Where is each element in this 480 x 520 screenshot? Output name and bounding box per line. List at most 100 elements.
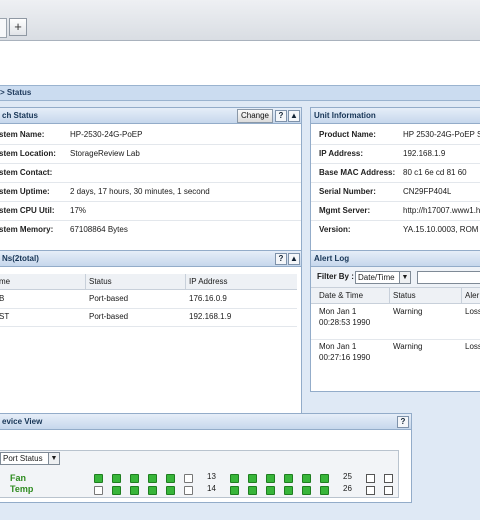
device-view-panel: evice View ? Port Status ▼ Fan Temp 13 1… (0, 413, 412, 503)
vlan-name: ST (0, 312, 10, 321)
info-label: stem Uptime: (0, 187, 50, 196)
collapse-icon[interactable]: ▲ (288, 110, 300, 122)
port-icon[interactable] (248, 486, 257, 495)
switch-status-header: ch Status Change ? ▲ (0, 108, 301, 124)
sfp-port-icon[interactable] (384, 486, 393, 495)
info-value: HP 2530-24G-PoEP Swi (403, 130, 480, 139)
device-view-title: evice View (2, 417, 43, 426)
info-value: 17% (70, 206, 87, 215)
info-row: Base MAC Address: 80 c1 6e cd 81 60 (311, 164, 480, 183)
port-icon[interactable] (230, 486, 239, 495)
table-row[interactable]: Mon Jan 1 00:27:16 1990 Warning Loss (311, 340, 480, 374)
temp-status-label: Temp (10, 484, 34, 494)
vlans-header: Ns(2total) ? ▲ (0, 251, 301, 267)
port-icon[interactable] (94, 486, 103, 495)
sfp-port-icon[interactable] (366, 474, 375, 483)
info-label: stem Name: (0, 130, 45, 139)
column-header-name[interactable]: me (0, 274, 10, 289)
port-icon[interactable] (284, 474, 293, 483)
filter-input[interactable] (417, 271, 480, 284)
port-icon[interactable] (166, 474, 175, 483)
info-label: Product Name: (319, 130, 376, 139)
chevron-down-icon[interactable]: ▼ (399, 272, 410, 283)
column-header-status[interactable]: Status (393, 288, 416, 303)
port-icon[interactable] (230, 474, 239, 483)
port-icon[interactable] (166, 486, 175, 495)
breadcrumb: > Status (0, 85, 480, 101)
info-label: Base MAC Address: (319, 168, 396, 177)
help-icon[interactable]: ? (275, 253, 287, 265)
alert-text: Loss (465, 342, 480, 351)
vlan-name: B (0, 294, 5, 303)
port-icon[interactable] (130, 486, 139, 495)
port-icon[interactable] (184, 474, 193, 483)
info-value: StorageReview Lab (70, 149, 140, 158)
column-header-ip-address[interactable]: IP Address (189, 274, 228, 289)
port-icon[interactable] (112, 486, 121, 495)
info-label: stem Location: (0, 149, 56, 158)
device-view-select[interactable]: Port Status ▼ (0, 452, 60, 465)
info-value: 80 c1 6e cd 81 60 (403, 168, 467, 177)
info-value: 2 days, 17 hours, 30 minutes, 1 second (70, 187, 210, 196)
port-icon[interactable] (320, 486, 329, 495)
alert-log-panel: Alert Log Filter By : Date/Time ▼ Date &… (310, 250, 480, 392)
alert-table-header: Date & Time Status Aler (311, 288, 480, 304)
port-icon[interactable] (112, 474, 121, 483)
port-icon[interactable] (266, 486, 275, 495)
info-row: stem Name: HP-2530-24G-PoEP (0, 126, 301, 145)
table-row[interactable]: ST Port-based 192.168.1.9 (0, 308, 297, 327)
info-label: Version: (319, 225, 351, 234)
sfp-port-icon[interactable] (384, 474, 393, 483)
port-icon[interactable] (184, 486, 193, 495)
alert-log-title: Alert Log (314, 254, 350, 263)
column-header-alert[interactable]: Aler (465, 288, 479, 303)
port-icon[interactable] (94, 474, 103, 483)
chevron-down-icon[interactable]: ▼ (48, 453, 59, 464)
filter-select[interactable]: Date/Time ▼ (355, 271, 411, 284)
port-icon[interactable] (302, 474, 311, 483)
alert-time: 00:28:53 1990 (319, 318, 371, 327)
help-icon[interactable]: ? (275, 110, 287, 122)
info-row: Product Name: HP 2530-24G-PoEP Swi (311, 126, 480, 145)
help-icon[interactable]: ? (397, 416, 409, 428)
info-value: CN29FP404L (403, 187, 452, 196)
info-label: stem Memory: (0, 225, 54, 234)
port-icon[interactable] (266, 474, 275, 483)
column-header-status[interactable]: Status (89, 274, 112, 289)
alert-status: Warning (393, 307, 423, 316)
device-view-select-value: Port Status (3, 454, 43, 463)
browser-tab-bar: + (0, 0, 480, 41)
table-row[interactable]: Mon Jan 1 00:28:53 1990 Warning Loss (311, 305, 480, 340)
port-icon[interactable] (302, 486, 311, 495)
vlans-table-header: me Status IP Address (0, 274, 297, 290)
info-row: Version: YA.15.10.0003, ROM YA (311, 221, 480, 239)
port-icon[interactable] (148, 474, 157, 483)
info-value: 192.168.1.9 (403, 149, 446, 158)
table-row[interactable]: B Port-based 176.16.0.9 (0, 290, 297, 309)
column-header-date-time[interactable]: Date & Time (319, 288, 363, 303)
vlans-title: Ns(2total) (2, 254, 39, 263)
vlans-panel: Ns(2total) ? ▲ me Status IP Address B Po… (0, 250, 302, 430)
browser-tab[interactable] (0, 18, 7, 38)
info-label: Serial Number: (319, 187, 376, 196)
alert-text: Loss (465, 307, 480, 316)
info-value[interactable]: http://h17007.www1.hp (403, 202, 480, 220)
new-tab-button[interactable]: + (9, 18, 27, 36)
vlan-status: Port-based (89, 312, 129, 321)
port-icon[interactable] (320, 474, 329, 483)
port-icon[interactable] (284, 486, 293, 495)
info-label: Mgmt Server: (319, 206, 371, 215)
device-faceplate: Port Status ▼ Fan Temp 13 14 25 26 (0, 450, 399, 498)
info-row: stem Location: StorageReview Lab (0, 145, 301, 164)
port-icon[interactable] (148, 486, 157, 495)
change-button[interactable]: Change (236, 109, 273, 123)
fan-status-label: Fan (10, 473, 27, 483)
sfp-port-icon[interactable] (366, 486, 375, 495)
collapse-icon[interactable]: ▲ (288, 253, 300, 265)
port-number-label: 25 (343, 472, 352, 481)
port-icon[interactable] (130, 474, 139, 483)
alert-date: Mon Jan 1 (319, 307, 357, 316)
alert-date: Mon Jan 1 (319, 342, 357, 351)
port-icon[interactable] (248, 474, 257, 483)
info-label: IP Address: (319, 149, 364, 158)
